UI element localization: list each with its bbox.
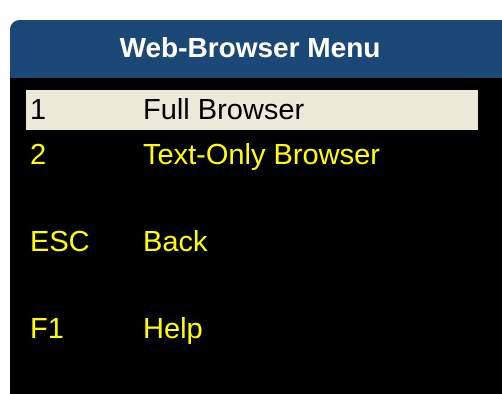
menu-item-label: Back xyxy=(143,226,208,258)
menu-item-text-only-browser[interactable]: 2 Text-Only Browser xyxy=(26,135,478,175)
menu-item-key: 2 xyxy=(30,139,47,171)
menu-item-key: F1 xyxy=(30,313,64,345)
menu-item-label: Full Browser xyxy=(143,94,305,126)
menu-item-label: Help xyxy=(143,313,203,345)
menu-item-key: ESC xyxy=(30,226,90,258)
menu-item-help[interactable]: F1 Help xyxy=(26,309,478,349)
menu-item-full-browser[interactable]: 1 Full Browser xyxy=(26,90,478,130)
screen: Web-Browser Menu 1 Full Browser 2 Text-O… xyxy=(0,0,502,394)
web-browser-menu-window: Web-Browser Menu 1 Full Browser 2 Text-O… xyxy=(10,20,502,394)
menu-item-key: 1 xyxy=(30,94,47,126)
menu-title: Web-Browser Menu xyxy=(119,32,381,63)
menu-item-label: Text-Only Browser xyxy=(143,139,380,171)
menu-title-bar: Web-Browser Menu xyxy=(10,20,502,78)
menu-item-back[interactable]: ESC Back xyxy=(26,222,478,262)
